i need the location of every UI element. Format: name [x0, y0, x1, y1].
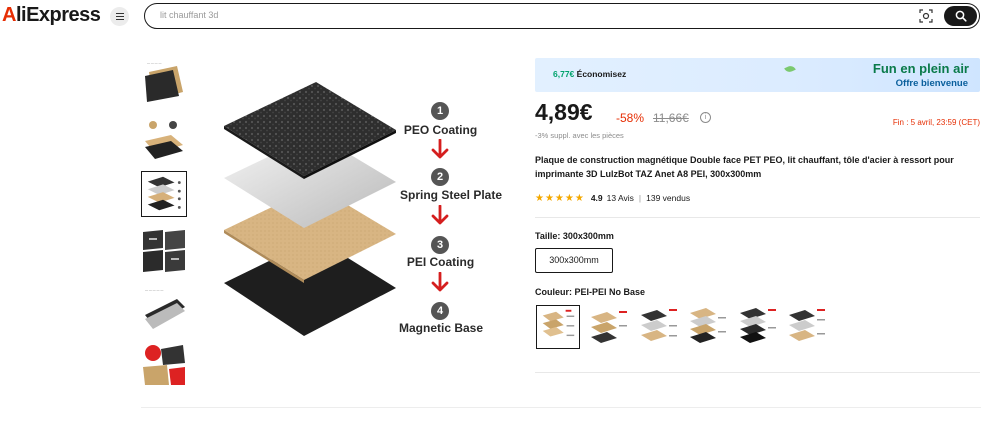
- thumbnail-5[interactable]: — — — — —: [141, 285, 187, 331]
- camera-search-icon[interactable]: [919, 9, 933, 23]
- search-bar[interactable]: lit chauffant 3d: [144, 3, 980, 29]
- step-number-3: 3: [431, 236, 449, 254]
- extra-discount-note: -3% suppl. avec les pièces: [535, 131, 624, 140]
- info-icon[interactable]: i: [700, 112, 711, 123]
- logo-letter-a: A: [2, 4, 16, 26]
- divider: [535, 217, 980, 218]
- search-button[interactable]: [944, 6, 977, 26]
- thumbnail-4[interactable]: [141, 228, 187, 274]
- color-swatch-6[interactable]: [785, 305, 829, 349]
- color-label: Couleur: PEI-PEI No Base: [535, 287, 646, 297]
- aliexpress-logo[interactable]: AliExpress: [2, 4, 101, 27]
- sale-end-time: Fin : 5 avril, 23:59 (CET): [892, 118, 980, 127]
- promo-banner[interactable]: 6,77€ Économisez Fun en plein air Offre …: [535, 58, 980, 92]
- divider: [535, 372, 980, 373]
- arrow-down-icon: [431, 272, 449, 292]
- thumbnail-6[interactable]: [141, 341, 187, 387]
- arrow-down-icon: [431, 139, 449, 159]
- logo-text: liExpress: [15, 4, 101, 26]
- section-divider: [141, 407, 981, 408]
- color-swatch-2[interactable]: [587, 305, 631, 349]
- thumbnail-3[interactable]: [141, 171, 187, 217]
- menu-icon[interactable]: [110, 7, 129, 26]
- step-number-2: 2: [431, 168, 449, 186]
- rating-score: 4.9: [590, 193, 603, 203]
- step-number-4: 4: [431, 302, 449, 320]
- star-rating-icon: ★★★★★: [535, 192, 585, 204]
- thumbnail-1[interactable]: — — — —: [141, 58, 187, 104]
- separator: |: [638, 193, 642, 203]
- color-swatch-5[interactable]: [736, 305, 780, 349]
- rating-row: ★★★★★ 4.9 13 Avis | 139 vendus: [535, 192, 690, 204]
- promo-subtitle: Offre bienvenue: [895, 78, 968, 89]
- label-magnetic-base: Magnetic Base: [398, 321, 484, 335]
- svg-text:— — — — —: — — — — —: [145, 288, 163, 292]
- color-swatch-3[interactable]: [637, 305, 681, 349]
- review-count[interactable]: 13 Avis: [607, 193, 634, 203]
- search-icon: [955, 10, 967, 22]
- arrow-down-icon: [431, 205, 449, 225]
- savings-label: Économisez: [576, 69, 627, 79]
- step-number-1: 1: [431, 102, 449, 120]
- original-price: 11,66€: [653, 111, 689, 125]
- savings-text: 6,77€ Économisez: [553, 69, 626, 79]
- color-swatch-1[interactable]: [536, 305, 580, 349]
- leaf-icon: [784, 64, 796, 74]
- product-title: Plaque de construction magnétique Double…: [535, 155, 954, 179]
- thumbnail-2[interactable]: [141, 115, 187, 161]
- label-pei-coating: PEI Coating: [406, 255, 475, 269]
- current-price: 4,89€: [535, 99, 593, 125]
- size-option-300x300mm[interactable]: 300x300mm: [535, 248, 613, 273]
- main-product-image[interactable]: 1 PEO Coating 2 Spring Steel Plate 3 PEI…: [196, 78, 526, 348]
- promo-title: Fun en plein air: [872, 61, 969, 76]
- label-peo-coating: PEO Coating: [403, 123, 478, 137]
- label-spring-steel-plate: Spring Steel Plate: [399, 188, 503, 202]
- size-label: Taille: 300x300mm: [535, 231, 614, 241]
- svg-text:— — — —: — — — —: [147, 61, 162, 65]
- color-swatch-4[interactable]: [686, 305, 730, 349]
- discount-percent: -58%: [616, 111, 645, 125]
- savings-amount: 6,77€: [553, 69, 575, 79]
- search-input[interactable]: lit chauffant 3d: [160, 10, 218, 20]
- sold-count: 139 vendus: [646, 193, 691, 203]
- layer-illustration: [224, 82, 396, 336]
- header: AliExpress lit chauffant 3d: [0, 0, 1000, 32]
